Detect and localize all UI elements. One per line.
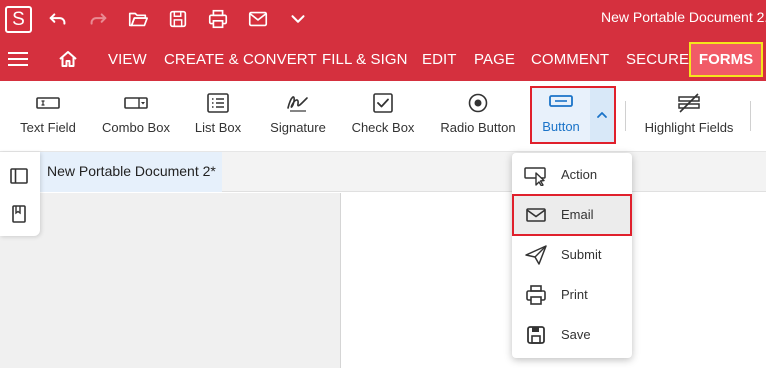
- dropdown-item-action[interactable]: Action: [512, 155, 632, 195]
- highlight-fields-icon: [675, 91, 703, 115]
- combo-box-tool[interactable]: Combo Box: [102, 81, 170, 152]
- check-box-tool[interactable]: Check Box: [351, 81, 415, 152]
- menu-fill-sign[interactable]: FILL & SIGN: [322, 38, 408, 81]
- radio-button-icon: [464, 91, 492, 115]
- undo-icon[interactable]: [46, 8, 70, 30]
- document-title: New Portable Document 2.pdf: [601, 9, 766, 25]
- check-box-icon: [369, 91, 397, 115]
- radio-button-tool[interactable]: Radio Button: [440, 81, 516, 152]
- dropdown-item-email[interactable]: Email: [512, 195, 632, 235]
- button-tool-main[interactable]: Button: [532, 88, 590, 142]
- menu-view[interactable]: VIEW: [108, 38, 147, 81]
- menu-secure[interactable]: SECURE: [626, 38, 689, 81]
- menu-create-convert[interactable]: CREATE & CONVERT: [164, 38, 317, 81]
- highlight-fields-tool[interactable]: Highlight Fields: [643, 81, 735, 152]
- save-label: Save: [561, 327, 591, 342]
- list-box-tool[interactable]: List Box: [193, 81, 243, 152]
- home-icon[interactable]: [58, 49, 78, 69]
- button-icon: [548, 93, 574, 114]
- signature-icon: [284, 91, 312, 115]
- text-field-icon: [34, 91, 62, 115]
- combo-box-icon: [122, 91, 150, 115]
- button-tool[interactable]: Button: [530, 86, 616, 144]
- save-icon[interactable]: [166, 8, 190, 30]
- email-icon[interactable]: [246, 8, 270, 30]
- open-folder-icon[interactable]: [126, 8, 150, 30]
- action-label: Action: [561, 167, 598, 182]
- print-icon: [524, 284, 548, 306]
- button-tool-label: Button: [542, 119, 580, 134]
- signature-tool[interactable]: Signature: [268, 81, 328, 152]
- menu-page[interactable]: PAGE: [474, 38, 515, 81]
- hamburger-menu-icon[interactable]: [8, 51, 28, 67]
- document-tab-strip: New Portable Document 2*: [40, 152, 766, 192]
- text-field-tool[interactable]: Text Field: [19, 81, 77, 152]
- chevron-down-icon[interactable]: [286, 8, 310, 30]
- radio-button-label: Radio Button: [440, 120, 516, 135]
- list-box-icon: [204, 91, 232, 115]
- menu-bar: VIEW CREATE & CONVERT FILL & SIGN EDIT P…: [0, 38, 766, 81]
- email-icon: [524, 204, 548, 226]
- cursor-action-icon: [524, 164, 548, 186]
- menu-comment[interactable]: COMMENT: [531, 38, 609, 81]
- forms-ribbon: Text Field Combo Box List Box Signature …: [0, 81, 766, 152]
- dropdown-item-save[interactable]: Save: [512, 315, 632, 355]
- combo-box-label: Combo Box: [102, 120, 170, 135]
- app-logo[interactable]: S: [5, 6, 32, 33]
- submit-label: Submit: [561, 247, 602, 262]
- highlight-fields-label: Highlight Fields: [644, 120, 734, 135]
- bookmark-icon[interactable]: [9, 204, 29, 224]
- dropdown-item-print[interactable]: Print: [512, 275, 632, 315]
- signature-label: Signature: [270, 120, 326, 135]
- menu-edit[interactable]: EDIT: [422, 38, 457, 81]
- button-dropdown-menu: Action Email Submit Print Save: [512, 153, 632, 358]
- print-icon[interactable]: [206, 8, 230, 30]
- ribbon-divider: [625, 101, 626, 131]
- save-icon: [524, 324, 548, 346]
- ribbon-divider: [750, 101, 751, 131]
- send-icon: [524, 244, 548, 266]
- left-side-panel: [0, 152, 40, 236]
- email-label: Email: [561, 207, 594, 222]
- title-bar: S New Portable Document 2.pdf: [0, 0, 766, 38]
- check-box-label: Check Box: [351, 120, 415, 135]
- print-label: Print: [561, 287, 588, 302]
- redo-icon[interactable]: [86, 8, 110, 30]
- panel-toggle-icon[interactable]: [9, 166, 29, 186]
- dropdown-item-submit[interactable]: Submit: [512, 235, 632, 275]
- button-dropdown-toggle[interactable]: [590, 88, 614, 142]
- menu-forms[interactable]: FORMS: [689, 42, 763, 77]
- text-field-label: Text Field: [20, 120, 76, 135]
- document-tab[interactable]: New Portable Document 2*: [40, 152, 222, 192]
- chevron-up-icon: [597, 112, 607, 118]
- list-box-label: List Box: [194, 120, 242, 135]
